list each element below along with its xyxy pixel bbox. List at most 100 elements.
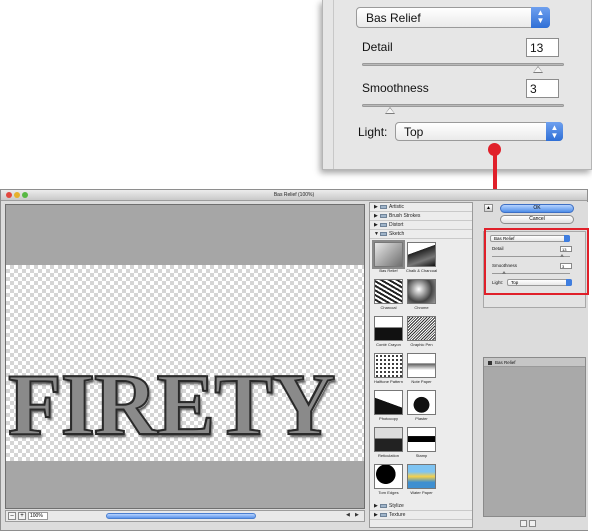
zoom-level-field[interactable]: 100%: [28, 512, 48, 520]
smoothness-slider-thumb[interactable]: [385, 107, 395, 114]
smoothness-value-field[interactable]: 3: [526, 79, 559, 98]
filter-thumb-plaster[interactable]: Plaster: [406, 389, 439, 426]
filter-thumb-conte-crayon[interactable]: Conté Crayon: [373, 315, 406, 352]
scroll-right-arrow-icon[interactable]: ▶: [355, 512, 359, 518]
cancel-button[interactable]: Cancel: [500, 215, 574, 224]
folder-icon: [380, 512, 387, 517]
filter-preview-image: [407, 390, 436, 415]
preview-bottom-bar: – + 100% ◀ ▶: [5, 510, 365, 522]
filter-caption: Plaster: [415, 416, 428, 421]
select-arrows-icon: ▲ ▼: [531, 7, 550, 28]
filter-preview-image: [374, 390, 403, 415]
filter-thumb-torn-edges[interactable]: Torn Edges: [373, 463, 406, 500]
scroll-left-arrow-icon[interactable]: ◀: [346, 512, 350, 518]
filter-caption: Photocopy: [379, 416, 398, 421]
folder-icon: [380, 204, 387, 209]
preview-canvas[interactable]: FIRETY: [5, 204, 365, 509]
window-title: Bas Relief (100%): [273, 192, 315, 198]
filter-preview-image: [407, 279, 436, 304]
filter-thumb-water-paper[interactable]: Water Paper: [406, 463, 439, 500]
filter-preview-image: [374, 464, 403, 489]
filter-caption: Chalk & Charcoal: [405, 268, 438, 273]
category-label: Artistic: [389, 204, 404, 210]
category-label: Stylize: [389, 503, 404, 509]
sketch-filter-thumbnails: Bas Relief Chalk & Charcoal Charcoal Chr…: [370, 239, 472, 502]
filter-caption: Reticulation: [378, 453, 399, 458]
category-brush-strokes[interactable]: ▶ Brush Strokes: [370, 212, 472, 221]
filter-caption: Conté Crayon: [376, 342, 401, 347]
filter-preview-image: [374, 279, 403, 304]
category-label: Texture: [389, 512, 406, 518]
layer-buttons: [520, 520, 538, 529]
light-select-value: Top: [404, 125, 424, 139]
filter-thumb-reticulation[interactable]: Reticulation: [373, 426, 406, 463]
category-label: Distort: [389, 222, 404, 228]
category-stylize[interactable]: ▶ Stylize: [370, 502, 472, 511]
new-effect-layer-icon[interactable]: [520, 520, 527, 527]
filter-caption: Stamp: [415, 453, 428, 458]
category-artistic[interactable]: ▶ Artistic: [370, 203, 472, 212]
filter-caption: Torn Edges: [378, 490, 399, 495]
window-titlebar: Bas Relief (100%): [1, 190, 587, 201]
filter-caption: Halftone Pattern: [374, 379, 403, 384]
filter-thumb-stamp[interactable]: Stamp: [406, 426, 439, 463]
filter-thumb-graphic-pen[interactable]: Graphic Pen: [406, 315, 439, 352]
detail-label: Detail: [362, 40, 393, 54]
filter-thumb-chrome[interactable]: Chrome: [406, 278, 439, 315]
visibility-eye-icon[interactable]: [488, 360, 492, 365]
filter-thumb-halftone-pattern[interactable]: Halftone Pattern: [373, 352, 406, 389]
folder-icon: [380, 503, 387, 508]
filter-thumb-chalk-charcoal[interactable]: Chalk & Charcoal: [406, 241, 439, 278]
select-arrows-icon: ▲ ▼: [546, 122, 563, 141]
detail-slider-thumb[interactable]: [533, 66, 543, 73]
category-label: Sketch: [389, 231, 405, 237]
zoom-in-button[interactable]: +: [18, 512, 26, 520]
category-sketch[interactable]: ▼ Sketch: [370, 230, 472, 239]
folder-icon: [380, 213, 387, 218]
smoothness-label: Smoothness: [362, 81, 429, 95]
zoomed-settings-callout: Bas Relief ▲ ▼ Detail 13 Smoothness 3 Lig…: [322, 0, 592, 170]
settings-highlight-box: [484, 228, 589, 295]
filter-caption: Graphic Pen: [410, 342, 433, 347]
horizontal-scrollbar-thumb[interactable]: [106, 513, 256, 519]
filter-thumb-bas-relief[interactable]: Bas Relief: [372, 240, 406, 278]
filter-thumb-charcoal[interactable]: Charcoal: [373, 278, 406, 315]
filter-preview-image: [407, 242, 436, 267]
filter-preview-image: [372, 240, 405, 269]
detail-slider[interactable]: [362, 63, 564, 73]
filter-caption: Note Paper: [411, 379, 432, 384]
close-window-button[interactable]: [6, 192, 12, 198]
category-distort[interactable]: ▶ Distort: [370, 221, 472, 230]
category-texture[interactable]: ▶ Texture: [370, 511, 472, 520]
smoothness-slider[interactable]: [362, 104, 564, 114]
filter-preview-image: [407, 427, 436, 452]
folder-icon: [380, 231, 387, 236]
filter-caption: Charcoal: [380, 305, 397, 310]
effect-layers-list: Bas Relief: [483, 357, 586, 517]
filter-preview-image: [407, 316, 436, 341]
filter-preview-image: [407, 464, 436, 489]
callout-connector-dot: [488, 143, 501, 156]
filter-preview-image: [407, 353, 436, 378]
light-select[interactable]: Top ▲ ▼: [395, 122, 563, 141]
minimize-window-button[interactable]: [14, 192, 20, 198]
filter-thumb-photocopy[interactable]: Photocopy: [373, 389, 406, 426]
filter-gallery-list: ▶ Artistic ▶ Brush Strokes ▶ Distort ▼ Sketc…: [369, 202, 473, 528]
filter-select-value: Bas Relief: [366, 11, 421, 25]
filter-caption: Bas Relief: [379, 268, 398, 273]
callout-panel: Bas Relief ▲ ▼ Detail 13 Smoothness 3 Lig…: [333, 0, 591, 169]
light-label: Light:: [358, 125, 388, 139]
folder-icon: [380, 222, 387, 227]
filter-caption: Chrome: [414, 305, 429, 310]
effect-layer-name: Bas Relief: [495, 360, 516, 365]
zoom-window-button[interactable]: [22, 192, 28, 198]
detail-value-field[interactable]: 13: [526, 38, 559, 57]
effect-layer-row[interactable]: Bas Relief: [484, 358, 585, 367]
filter-thumb-note-paper[interactable]: Note Paper: [406, 352, 439, 389]
collapse-gallery-button[interactable]: ▲: [484, 204, 493, 212]
preview-artwork-text: FIRETY: [7, 357, 336, 454]
zoom-out-button[interactable]: –: [8, 512, 16, 520]
filter-select[interactable]: Bas Relief ▲ ▼: [356, 7, 550, 28]
ok-button[interactable]: OK: [500, 204, 574, 213]
delete-effect-layer-icon[interactable]: [529, 520, 536, 527]
